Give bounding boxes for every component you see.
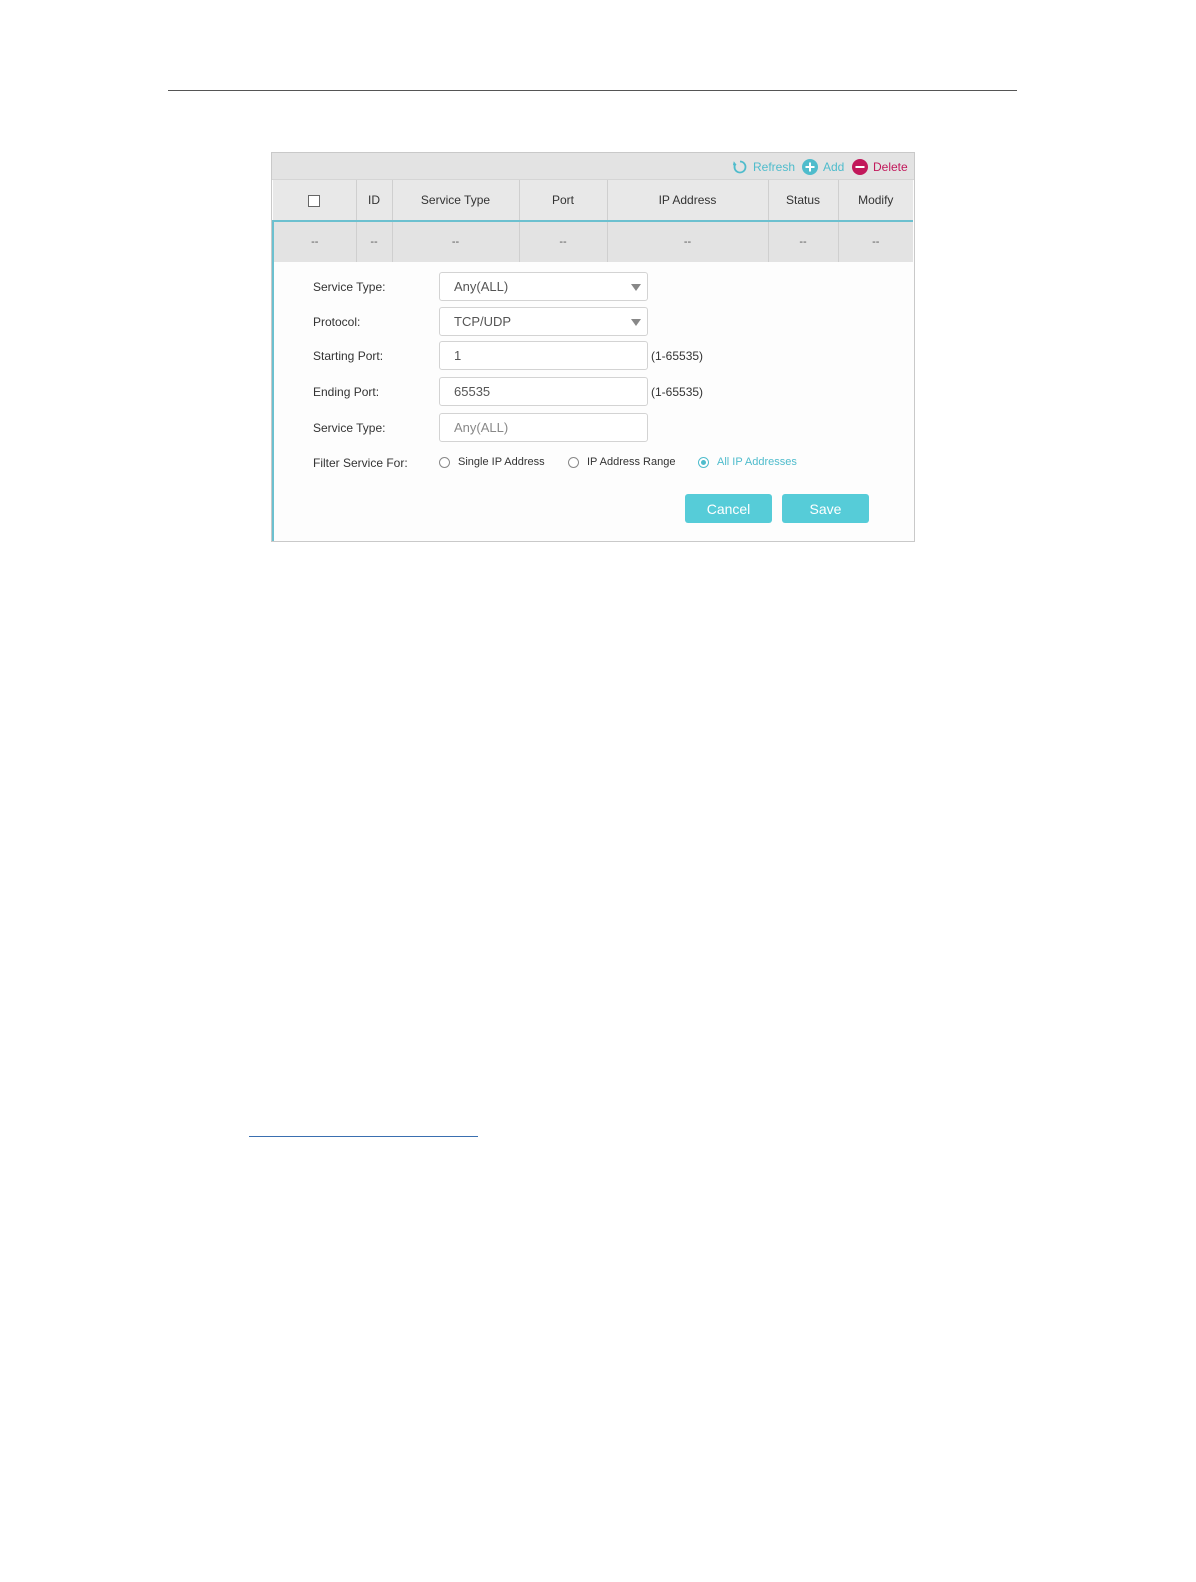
service-type-value: Any(ALL) xyxy=(454,279,509,294)
table-cell: -- xyxy=(356,221,393,262)
filter-service-for-label: Filter Service For: xyxy=(313,456,408,470)
table-cell: -- xyxy=(272,221,357,262)
starting-port-value: 1 xyxy=(454,348,462,363)
footnote-rule xyxy=(249,1136,478,1137)
header-service-type: Service Type xyxy=(392,180,520,222)
radio-all-ip-label: All IP Addresses xyxy=(717,456,797,468)
minus-circle-icon xyxy=(852,158,868,175)
header-id: ID xyxy=(356,180,393,222)
table-cell: -- xyxy=(607,221,769,262)
radio-button[interactable] xyxy=(439,456,450,468)
ending-port-label: Ending Port: xyxy=(313,385,380,399)
table-row[interactable]: -- -- -- -- -- -- -- xyxy=(272,221,913,262)
header-ip-address: IP Address xyxy=(607,180,769,222)
header-port: Port xyxy=(519,180,608,222)
radio-ip-range[interactable]: IP Address Range xyxy=(568,456,675,468)
save-button[interactable]: Save xyxy=(782,494,869,523)
starting-port-hint: (1-65535) xyxy=(651,349,704,363)
edit-form: Service Type: Any(ALL) Protocol: TCP/UDP… xyxy=(272,262,914,541)
add-button[interactable]: Add xyxy=(802,153,844,180)
table-toolbar: Refresh Add Delete xyxy=(272,153,914,180)
header-status: Status xyxy=(768,180,839,222)
protocol-label: Protocol: xyxy=(313,315,361,329)
radio-ip-range-label: IP Address Range xyxy=(587,456,676,468)
table-cell: -- xyxy=(768,221,839,262)
add-label: Add xyxy=(823,159,845,174)
radio-single-ip-label: Single IP Address xyxy=(458,456,545,468)
table-cell: -- xyxy=(519,221,608,262)
starting-port-input[interactable]: 1 xyxy=(439,341,648,370)
refresh-icon xyxy=(732,160,747,173)
page-top-rule xyxy=(168,90,1017,91)
header-modify: Modify xyxy=(838,180,913,222)
ending-port-value: 65535 xyxy=(454,384,491,399)
header-select-all[interactable] xyxy=(273,180,357,222)
table-header-row: ID Service Type Port IP Address Status M… xyxy=(273,180,913,222)
radio-single-ip[interactable]: Single IP Address xyxy=(439,456,545,468)
delete-label: Delete xyxy=(873,159,908,174)
rules-table: ID Service Type Port IP Address Status M… xyxy=(272,180,913,262)
protocol-value: TCP/UDP xyxy=(454,314,512,329)
refresh-label: Refresh xyxy=(753,159,796,174)
table-cell: -- xyxy=(392,221,520,262)
radio-all-ip[interactable]: All IP Addresses xyxy=(698,456,797,468)
cancel-button[interactable]: Cancel xyxy=(685,494,772,523)
service-type-2-field[interactable]: Any(ALL) xyxy=(439,413,648,442)
service-type-2-value: Any(ALL) xyxy=(454,420,509,435)
service-filter-panel: Refresh Add Delete ID Service Type Port … xyxy=(271,152,915,542)
ending-port-hint: (1-65535) xyxy=(651,385,704,399)
service-type-2-label: Service Type: xyxy=(313,421,386,435)
service-type-label: Service Type: xyxy=(313,280,386,294)
chevron-down-icon xyxy=(631,284,641,291)
protocol-select[interactable]: TCP/UDP xyxy=(439,307,648,336)
select-all-checkbox[interactable] xyxy=(308,194,321,207)
ending-port-input[interactable]: 65535 xyxy=(439,377,648,406)
radio-button-selected[interactable] xyxy=(698,456,709,468)
plus-circle-icon xyxy=(802,158,818,175)
chevron-down-icon xyxy=(631,319,641,326)
starting-port-label: Starting Port: xyxy=(313,349,384,363)
refresh-button[interactable]: Refresh xyxy=(732,153,795,180)
delete-button[interactable]: Delete xyxy=(852,153,908,180)
radio-button[interactable] xyxy=(568,456,579,468)
service-type-select[interactable]: Any(ALL) xyxy=(439,272,648,301)
table-cell: -- xyxy=(838,221,913,262)
